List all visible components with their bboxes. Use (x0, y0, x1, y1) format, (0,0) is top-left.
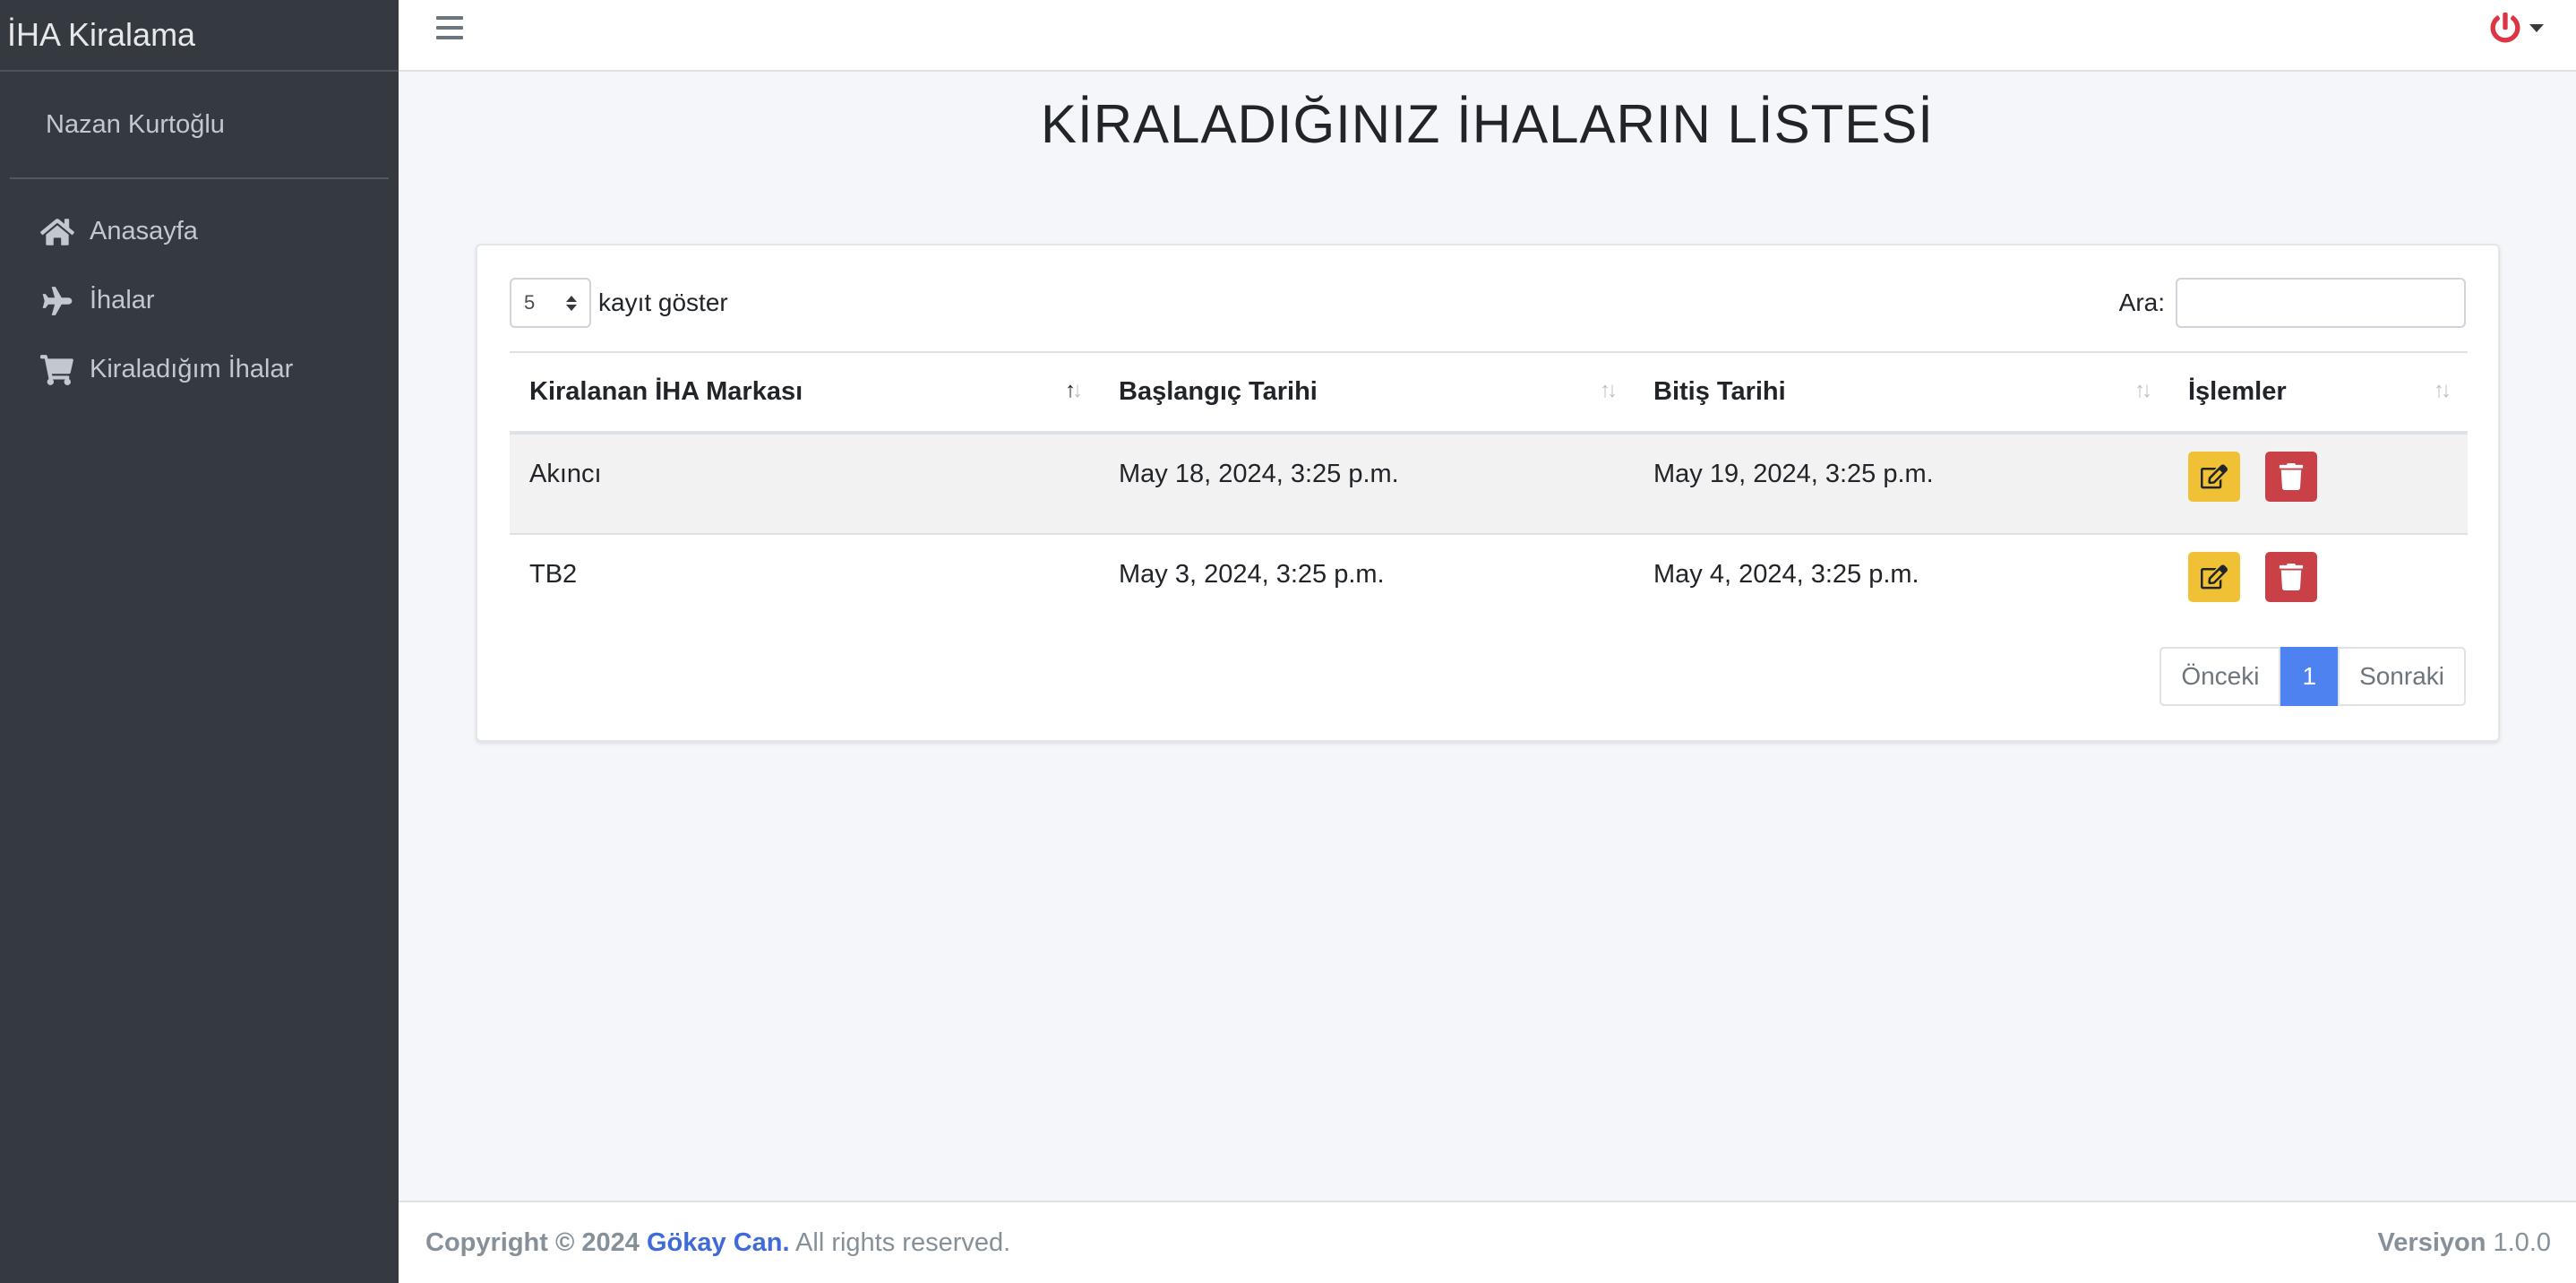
cell-actions (2168, 432, 2468, 534)
pagination: Önceki 1 Sonraki (2160, 647, 2466, 706)
cell-start: May 3, 2024, 3:25 p.m. (1099, 533, 1634, 635)
version-number: 1.0.0 (2493, 1227, 2552, 1257)
pagination-page-1[interactable]: 1 (2280, 647, 2339, 706)
rentals-table: Kiralanan İHA Markası ↑↓ Başlangıç Tarih… (510, 351, 2468, 635)
sidebar-item-label: Kiraladığım İhalar (90, 355, 294, 383)
page-length-select[interactable]: 5 (510, 278, 591, 328)
sort-icon: ↑↓ (2434, 378, 2451, 402)
column-header-end[interactable]: Bitiş Tarihi ↑↓ (1634, 351, 2168, 435)
top-navbar (399, 0, 2576, 72)
page-length-control: 5 kayıt göster (510, 278, 728, 328)
rights-text: All rights reserved. (795, 1227, 1011, 1257)
chevron-down-icon (2529, 23, 2544, 32)
delete-button[interactable] (2265, 452, 2318, 502)
plane-icon (39, 283, 75, 319)
edit-icon (2201, 464, 2228, 489)
menu-toggle-icon[interactable] (436, 16, 463, 43)
trash-icon (2279, 564, 2304, 590)
search-input[interactable] (2176, 278, 2466, 328)
sidebar-item-anasayfa[interactable]: Anasayfa (0, 197, 399, 266)
edit-button[interactable] (2188, 552, 2240, 602)
home-icon (39, 214, 75, 250)
page-title: KİRALADIĞINIZ İHALARIN LİSTESİ (1041, 94, 1934, 154)
delete-button[interactable] (2265, 552, 2318, 602)
sidebar-item-kiraladigim-ihalar[interactable]: Kiraladığım İhalar (0, 335, 399, 404)
cart-icon (39, 352, 75, 388)
user-name[interactable]: Nazan Kurtoğlu (46, 110, 225, 140)
table-header-row: Kiralanan İHA Markası ↑↓ Başlangıç Tarih… (510, 351, 2468, 435)
column-header-start[interactable]: Başlangıç Tarihi ↑↓ (1099, 351, 1634, 435)
table-row: TB2 May 3, 2024, 3:25 p.m. May 4, 2024, … (510, 533, 2468, 635)
table-search: Ara: (2119, 278, 2466, 328)
footer: Copyright © 2024 Gökay Can. All rights r… (399, 1201, 2576, 1283)
page-length-label: kayıt göster (598, 288, 728, 316)
brand-title[interactable]: İHA Kiralama (0, 0, 399, 72)
copyright-prefix: Copyright © 2024 (425, 1227, 640, 1257)
power-menu-button[interactable] (2490, 13, 2544, 43)
pagination-next-button[interactable]: Sonraki (2338, 647, 2466, 706)
cell-start: May 18, 2024, 3:25 p.m. (1099, 432, 1634, 534)
sort-icon: ↑↓ (1600, 378, 1618, 402)
search-label: Ara: (2118, 288, 2165, 316)
page-length-value: 5 (524, 291, 536, 314)
content-header: KİRALADIĞINIZ İHALARIN LİSTESİ (399, 73, 2576, 244)
edit-icon (2201, 564, 2228, 590)
trash-icon (2279, 463, 2304, 490)
column-header-actions[interactable]: İşlemler ↑↓ (2168, 351, 2468, 435)
sidebar-item-label: İhalar (90, 286, 155, 314)
cell-actions (2168, 533, 2468, 635)
sidebar-item-ihalar[interactable]: İhalar (0, 266, 399, 335)
cell-end: May 19, 2024, 3:25 p.m. (1634, 432, 2168, 534)
cell-brand: Akıncı (510, 432, 1099, 534)
column-header-brand[interactable]: Kiralanan İHA Markası ↑↓ (510, 351, 1099, 435)
sort-icon: ↑↓ (2134, 378, 2152, 402)
sidebar: İHA Kiralama Nazan Kurtoğlu Anasayfa İha… (0, 0, 399, 1283)
sort-asc-icon: ↑↓ (1065, 378, 1083, 402)
sidebar-nav: Anasayfa İhalar Kiraladığım İhalar (0, 179, 399, 404)
table-row: Akıncı May 18, 2024, 3:25 p.m. May 19, 2… (510, 432, 2468, 534)
copyright: Copyright © 2024 Gökay Can. All rights r… (425, 1228, 1010, 1258)
pagination-prev-button[interactable]: Önceki (2160, 647, 2281, 706)
author-link[interactable]: Gökay Can. (647, 1228, 790, 1257)
select-arrows-icon (566, 295, 577, 311)
edit-button[interactable] (2188, 452, 2240, 502)
rentals-card: 5 kayıt göster Ara: Kiralanan İHA Markas… (476, 244, 2500, 742)
sidebar-item-label: Anasayfa (90, 217, 198, 245)
user-panel: Nazan Kurtoğlu (10, 72, 389, 179)
version-info: Versiyon 1.0.0 (2378, 1228, 2551, 1258)
cell-brand: TB2 (510, 533, 1099, 635)
cell-end: May 4, 2024, 3:25 p.m. (1634, 533, 2168, 635)
power-icon (2490, 13, 2520, 43)
version-label: Versiyon (2377, 1227, 2486, 1257)
